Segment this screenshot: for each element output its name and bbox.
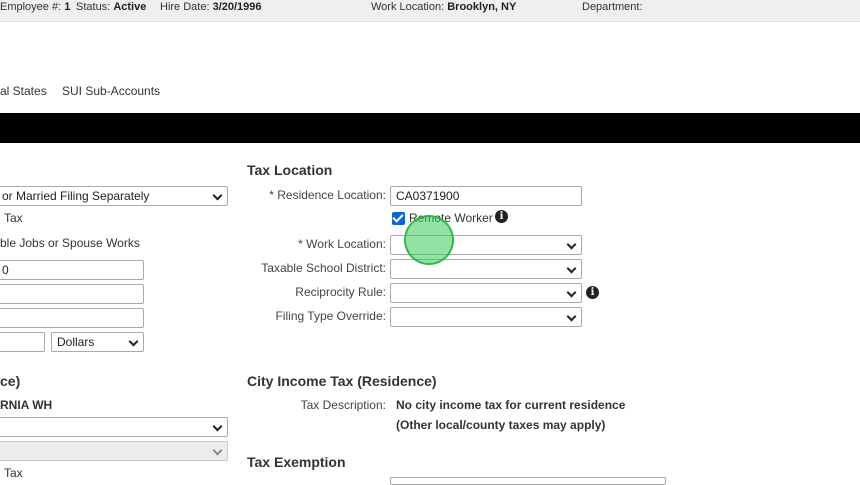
tax-description-line1: No city income tax for current residence — [396, 398, 626, 412]
work-location-label: * Work Location: — [298, 237, 386, 251]
tax-exemption-title: Tax Exemption — [247, 454, 346, 470]
city-tax-title: City Income Tax (Residence) — [247, 373, 437, 389]
header-work-location: Work Location: Brooklyn, NY — [371, 1, 517, 13]
toolbar-bar — [0, 113, 860, 143]
tax-label-1: Tax — [4, 211, 23, 225]
tax-location-title: Tax Location — [247, 162, 333, 178]
employee-number: Employee #: 1 — [0, 1, 71, 13]
wh-select-1[interactable] — [0, 417, 228, 437]
wh-label: RNIA WH — [0, 398, 53, 412]
filing-type-override-label: Filing Type Override: — [275, 309, 387, 323]
left-section-title: ce) — [0, 373, 21, 389]
remote-worker-checkbox[interactable] — [392, 212, 405, 225]
reciprocity-rule-select[interactable] — [390, 283, 582, 303]
reciprocity-rule-label: Reciprocity Rule: — [295, 285, 386, 299]
allowance-input-1[interactable]: 0 — [0, 260, 144, 280]
tax-exemption-field[interactable] — [390, 477, 666, 485]
employee-status: Status: Active — [76, 1, 147, 13]
school-district-label: Taxable School District: — [261, 261, 386, 275]
allowance-input-2[interactable] — [0, 284, 144, 304]
header-department: Department: — [582, 1, 643, 13]
tax-description-label: Tax Description: — [300, 398, 386, 412]
employee-info-bar: Employee #: 1 Status: Active Hire Date: … — [0, 0, 860, 22]
tab-sui-sub-accounts[interactable]: SUI Sub-Accounts — [62, 84, 160, 98]
additional-amount-input[interactable] — [0, 332, 45, 352]
tab-additional-states[interactable]: al States — [0, 84, 47, 98]
amount-type-select[interactable]: Dollars — [51, 332, 144, 352]
filing-status-select[interactable]: or Married Filing Separately — [0, 186, 228, 206]
allowance-input-3[interactable] — [0, 308, 144, 328]
remote-worker-info-icon[interactable]: i — [495, 210, 508, 223]
residence-location-input[interactable]: CA0371900 — [390, 186, 582, 206]
click-indicator — [404, 215, 454, 265]
filing-type-override-select[interactable] — [390, 307, 582, 327]
wh-select-2 — [0, 441, 228, 461]
reciprocity-info-icon[interactable]: i — [586, 286, 599, 299]
tax-label-2: Tax — [4, 466, 23, 480]
residence-location-label: * Residence Location: — [269, 188, 386, 202]
hire-date: Hire Date: 3/20/1996 — [160, 1, 262, 13]
tax-description-line2: (Other local/county taxes may apply) — [396, 418, 606, 432]
multiple-jobs-label: ble Jobs or Spouse Works — [0, 236, 140, 250]
